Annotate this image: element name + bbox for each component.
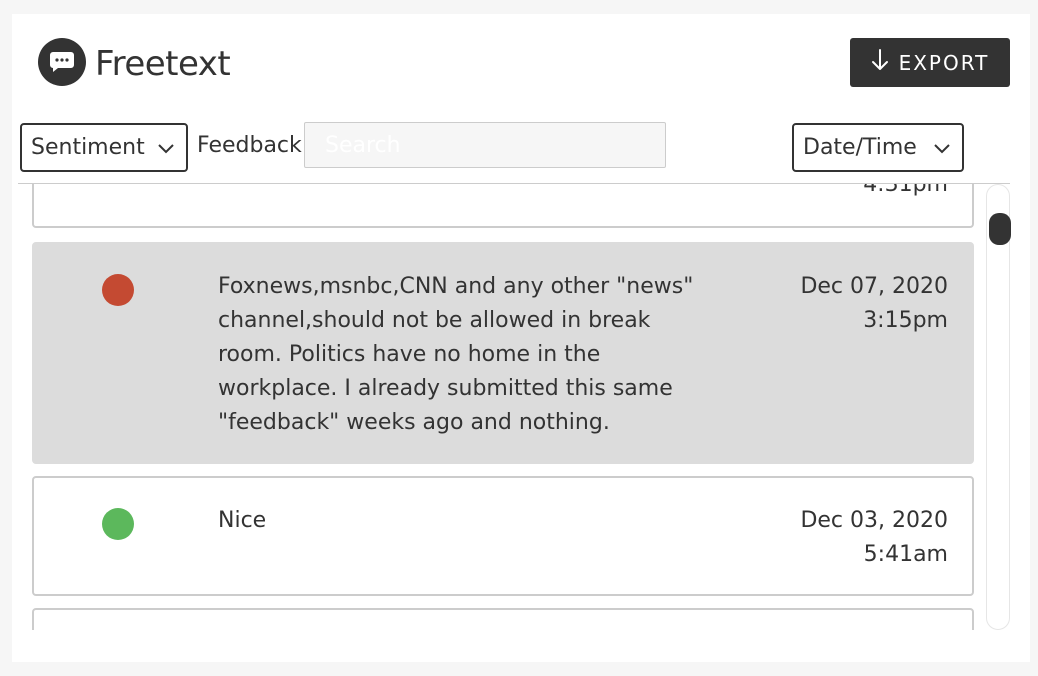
sentiment-positive-icon	[102, 508, 134, 540]
sentiment-negative-icon	[102, 274, 134, 306]
page-title: Freetext	[95, 44, 231, 84]
row-time: 4:31pm	[863, 184, 948, 197]
feedback-list: 4:31pm Foxnews,msnbc,CNN and any other "…	[32, 184, 975, 630]
feedback-row[interactable]: Nice Dec 03, 2020 5:41am	[32, 476, 974, 596]
sentiment-filter-label: Sentiment	[31, 135, 145, 160]
row-date: Dec 03, 2020	[800, 508, 948, 533]
row-time: 3:15pm	[863, 308, 948, 333]
feedback-row[interactable]: 4:31pm	[32, 184, 974, 228]
freetext-panel: Freetext EXPORT Sentiment Feedback Date/…	[12, 14, 1030, 662]
scrollbar-thumb[interactable]	[989, 213, 1011, 245]
chat-bubble-icon	[38, 38, 86, 86]
row-time: 5:41am	[863, 542, 948, 567]
datetime-sort-select[interactable]: Date/Time	[792, 123, 964, 172]
row-datetime: Dec 03, 2020 5:41am	[800, 504, 948, 572]
export-button[interactable]: EXPORT	[850, 38, 1010, 87]
chevron-down-icon	[158, 135, 174, 160]
feedback-row[interactable]: Foxnews,msnbc,CNN and any other "news" c…	[32, 242, 974, 464]
row-datetime: Dec 07, 2020 3:15pm	[800, 270, 948, 338]
feedback-row[interactable]	[32, 608, 974, 630]
arrow-down-icon	[871, 49, 889, 76]
list-scrollbar[interactable]	[986, 184, 1011, 630]
row-feedback-text: Nice	[218, 508, 267, 533]
chevron-down-icon	[934, 135, 950, 160]
row-datetime: 4:31pm	[863, 184, 948, 202]
datetime-sort-label: Date/Time	[803, 135, 917, 160]
row-feedback-text: Foxnews,msnbc,CNN and any other "news" c…	[218, 274, 694, 435]
sentiment-filter-select[interactable]: Sentiment	[20, 123, 188, 172]
feedback-search-input[interactable]	[304, 122, 666, 168]
row-date: Dec 07, 2020	[800, 274, 948, 299]
export-label: EXPORT	[898, 50, 990, 75]
feedback-label: Feedback	[197, 133, 302, 158]
